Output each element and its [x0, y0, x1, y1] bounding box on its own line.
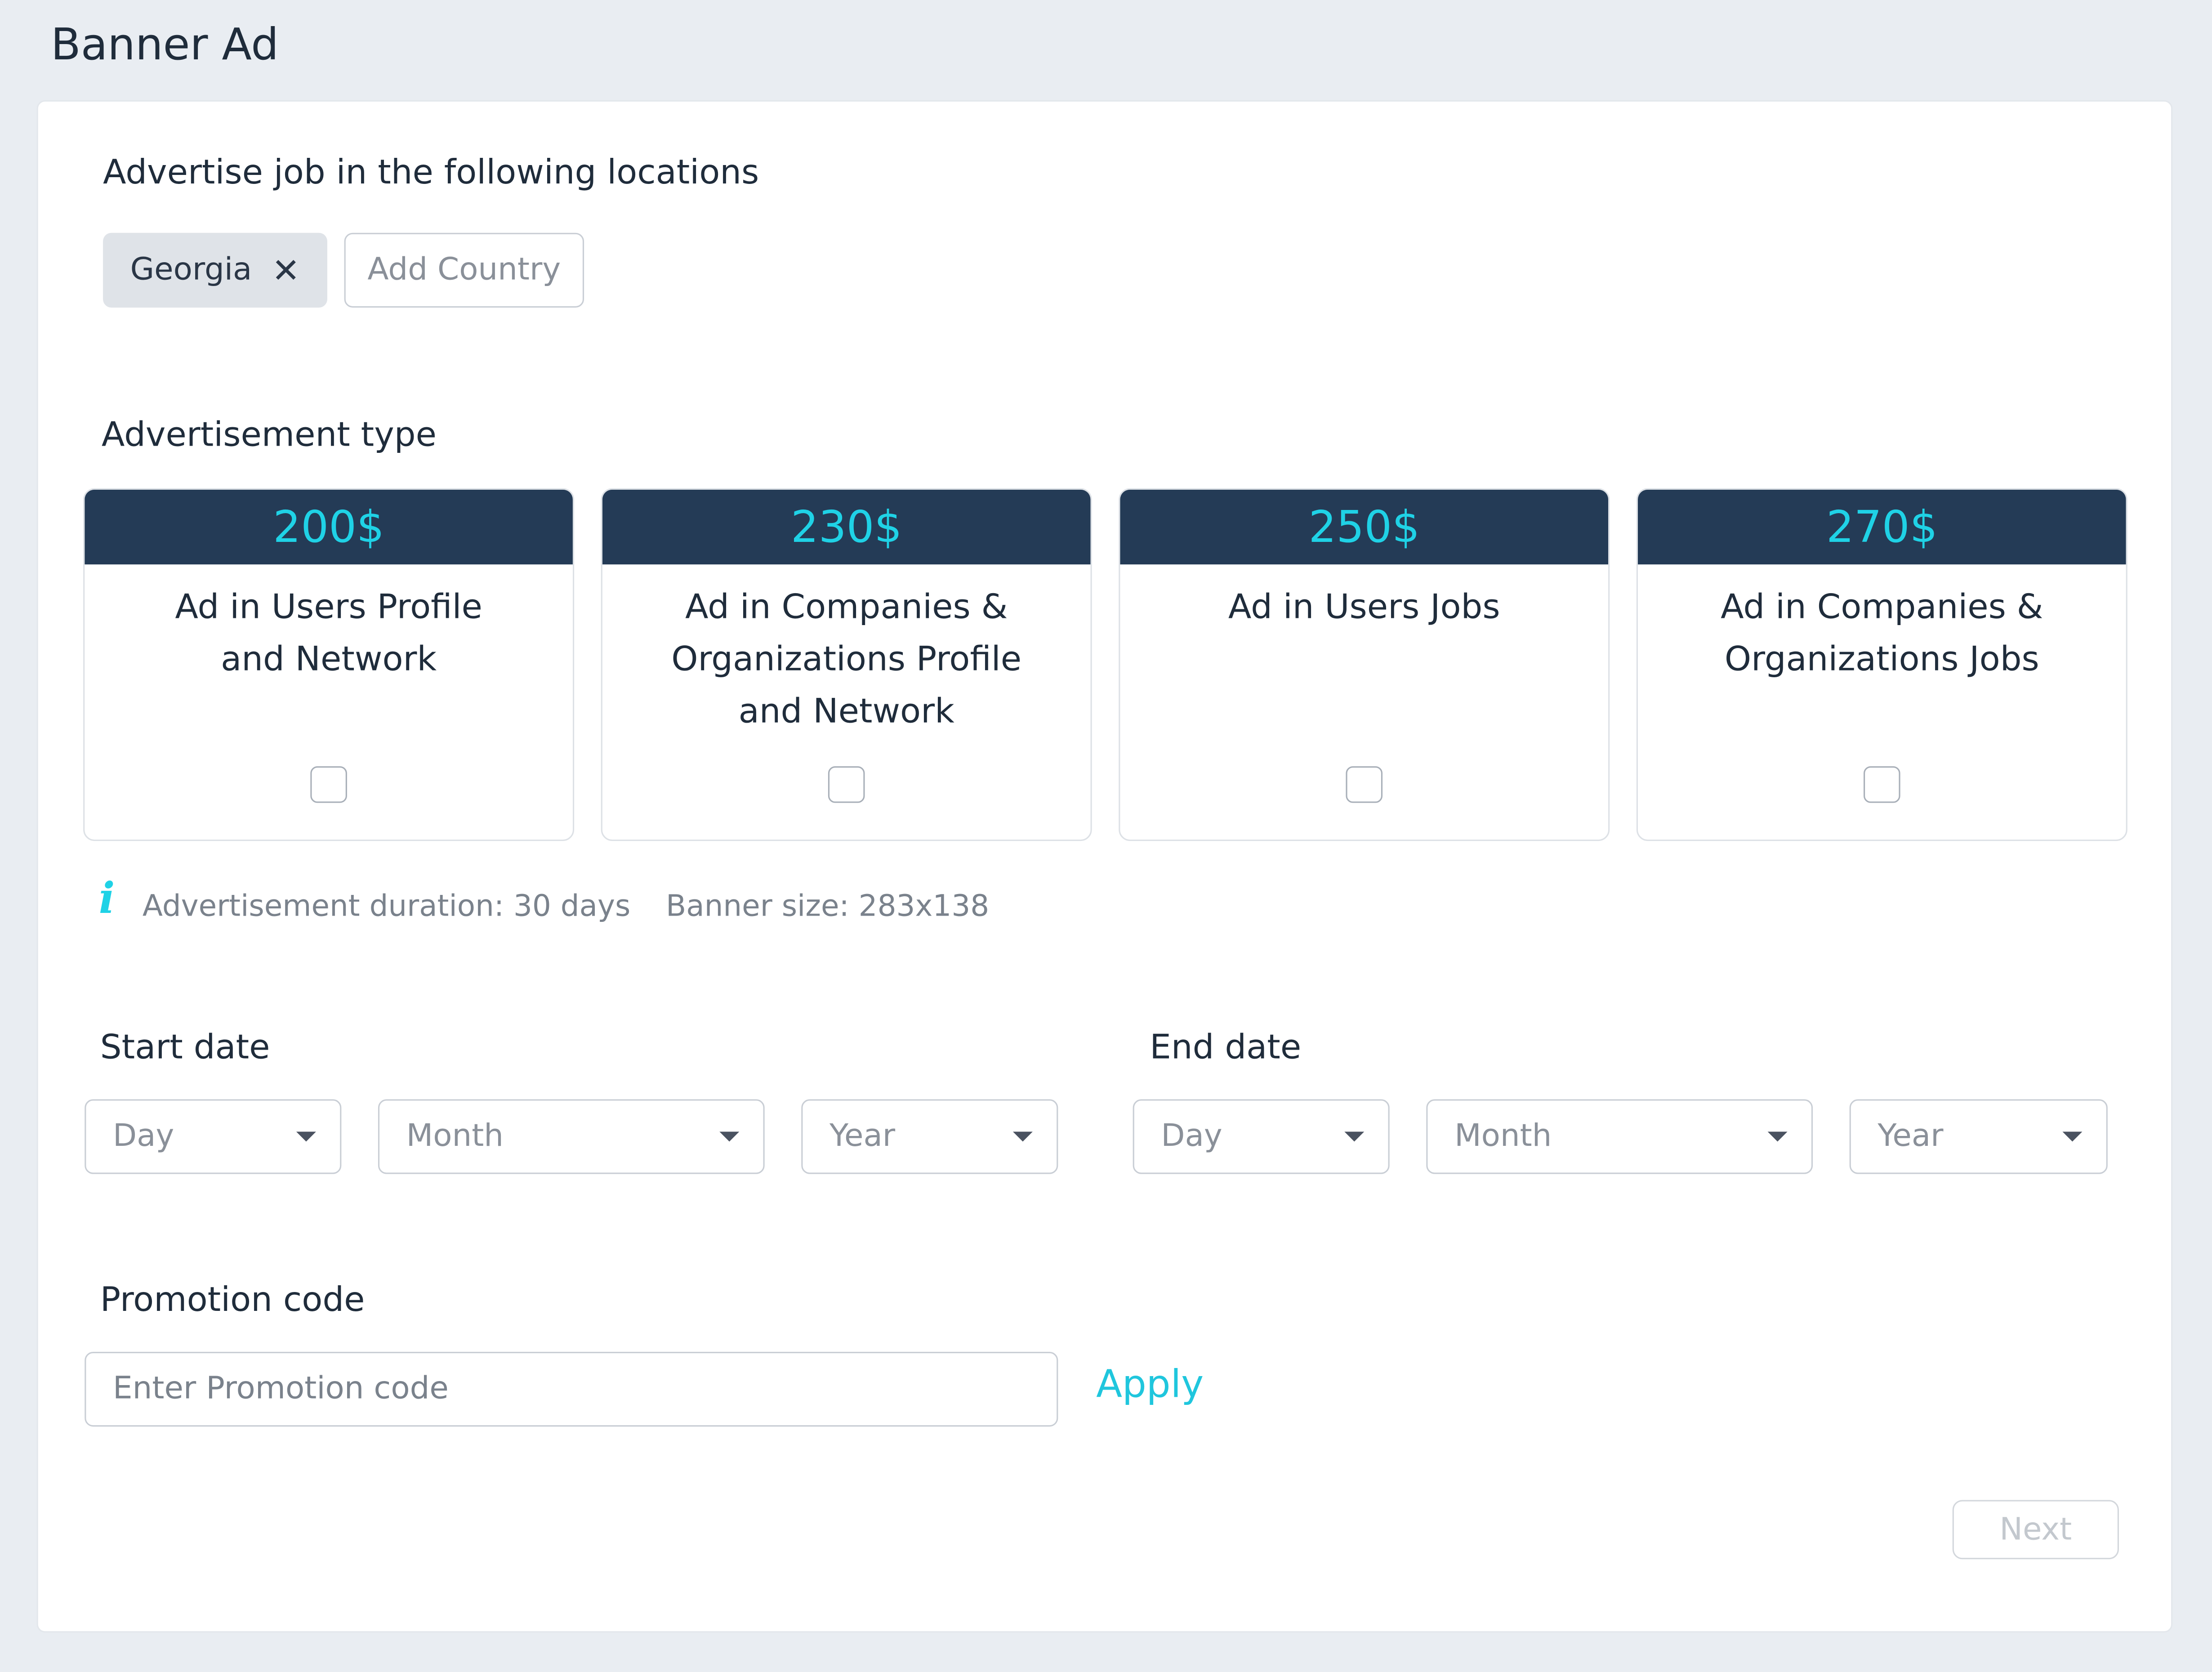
- ad-option-title: Ad in Users Jobs: [1228, 587, 1500, 627]
- ad-option-price: 200$: [85, 489, 573, 565]
- country-chip-georgia: Georgia ✕: [103, 232, 327, 308]
- ad-option-price: 270$: [1637, 489, 2126, 565]
- end-date-label: End date: [1150, 1027, 1302, 1067]
- banner-size-text: Banner size: 283x138: [666, 889, 990, 923]
- chevron-down-icon: [719, 1131, 740, 1142]
- start-month-select[interactable]: Month: [378, 1099, 765, 1174]
- end-year-select[interactable]: Year: [1849, 1099, 2108, 1174]
- ad-option-card-users-profile[interactable]: 200$ Ad in Users Profile and Network: [83, 488, 575, 841]
- start-date-label: Start date: [100, 1027, 270, 1067]
- locations-label: Advertise job in the following locations: [103, 152, 759, 192]
- end-year-value: Year: [1878, 1119, 1944, 1154]
- ad-option-title: Ad in Users Profile and Network: [175, 587, 482, 679]
- ad-option-checkbox[interactable]: [1346, 766, 1383, 803]
- start-year-value: Year: [830, 1119, 896, 1154]
- chevron-down-icon: [1767, 1131, 1788, 1142]
- ad-option-checkbox[interactable]: [310, 766, 347, 803]
- start-day-value: Day: [113, 1119, 174, 1154]
- promotion-code-input[interactable]: Enter Promotion code: [85, 1352, 1058, 1427]
- ad-option-price: 230$: [602, 489, 1091, 565]
- advertisement-type-label: Advertisement type: [101, 415, 437, 455]
- info-icon: i: [98, 875, 115, 925]
- start-day-select[interactable]: Day: [85, 1099, 342, 1174]
- next-button[interactable]: Next: [1952, 1500, 2119, 1560]
- ad-option-card-companies-jobs[interactable]: 270$ Ad in Companies & Organizations Job…: [1636, 488, 2127, 841]
- country-chip-label: Georgia: [130, 252, 252, 288]
- chevron-down-icon: [296, 1131, 316, 1142]
- page-title: Banner Ad: [50, 19, 279, 71]
- apply-button[interactable]: Apply: [1096, 1363, 1204, 1407]
- end-month-select[interactable]: Month: [1426, 1099, 1813, 1174]
- chevron-down-icon: [1344, 1131, 1365, 1142]
- ad-option-checkbox[interactable]: [828, 766, 865, 803]
- end-month-value: Month: [1454, 1119, 1552, 1154]
- ad-option-title: Ad in Companies & Organizations Profile …: [671, 587, 1022, 731]
- start-month-value: Month: [406, 1119, 504, 1154]
- close-icon[interactable]: ✕: [272, 250, 300, 290]
- chevron-down-icon: [1012, 1131, 1033, 1142]
- ad-option-price: 250$: [1120, 489, 1609, 565]
- end-day-value: Day: [1161, 1119, 1222, 1154]
- end-day-select[interactable]: Day: [1133, 1099, 1390, 1174]
- advertisement-duration-text: Advertisement duration: 30 days: [142, 889, 631, 923]
- ad-option-title: Ad in Companies & Organizations Jobs: [1721, 587, 2043, 679]
- add-country-input[interactable]: Add Country: [344, 232, 584, 308]
- ad-option-card-companies-profile[interactable]: 230$ Ad in Companies & Organizations Pro…: [601, 488, 1092, 841]
- ad-option-card-users-jobs[interactable]: 250$ Ad in Users Jobs: [1119, 488, 1610, 841]
- promotion-code-label: Promotion code: [100, 1279, 365, 1319]
- chevron-down-icon: [2062, 1131, 2083, 1142]
- ad-option-checkbox[interactable]: [1864, 766, 1900, 803]
- start-year-select[interactable]: Year: [801, 1099, 1058, 1174]
